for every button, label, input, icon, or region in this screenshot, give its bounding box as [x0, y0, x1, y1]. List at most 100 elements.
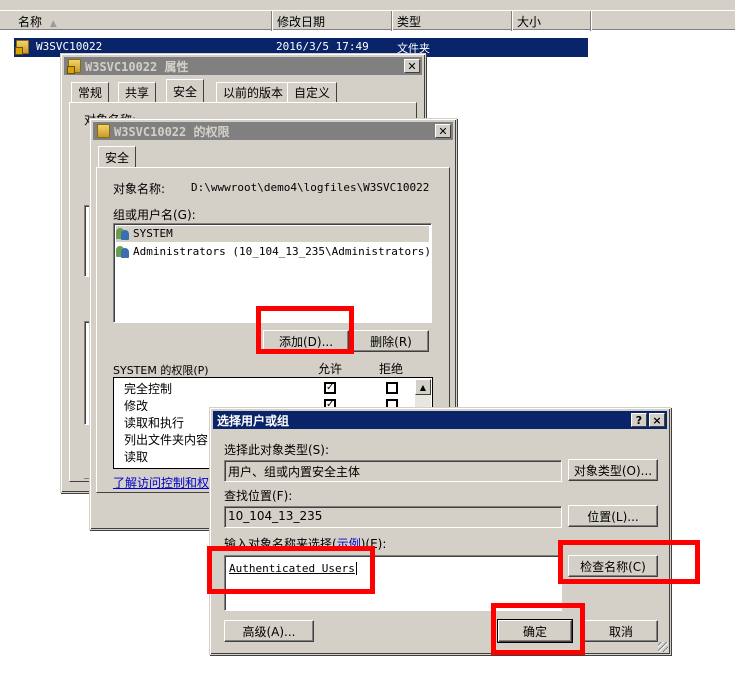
learn-access-control-link[interactable]: 了解访问控制和权限	[113, 474, 221, 491]
tab-customize[interactable]: 自定义	[287, 82, 338, 102]
locked-folder-icon	[15, 40, 29, 55]
column-header-name[interactable]: 名称 ▲	[18, 13, 57, 30]
remove-button[interactable]: 删除(R)	[353, 330, 429, 352]
explorer-toolbar-strip	[0, 0, 735, 10]
help-button[interactable]: ?	[631, 413, 647, 427]
names-label-text: )(E):	[360, 537, 387, 551]
object-names-input[interactable]: Authenticated Users	[224, 555, 562, 611]
help-icon: ?	[635, 413, 643, 427]
arrow-up-icon: ▲	[419, 382, 427, 392]
user-group-icon	[116, 227, 130, 240]
column-header-modified[interactable]: 修改日期	[277, 13, 325, 30]
column-divider[interactable]	[391, 11, 393, 31]
tab-label: 安全	[105, 151, 130, 165]
advanced-label: 高级(A)...	[242, 624, 296, 639]
tab-sharing[interactable]: 共享	[118, 82, 157, 102]
locations-button[interactable]: 位置(L)...	[568, 505, 658, 527]
properties-titlebar[interactable]: W3SVC10022 属性 ✕	[64, 57, 422, 75]
tab-label: 常规	[78, 86, 103, 100]
object-name-value: D:\wwwroot\demo4\logfiles\W3SVC10022	[191, 181, 430, 194]
permission-name: 列出文件夹内容	[124, 433, 209, 447]
permission-row: 列出文件夹内容	[124, 431, 208, 448]
object-name-label: 对象名称:	[113, 182, 166, 196]
tab-label: 共享	[125, 86, 150, 100]
cancel-button[interactable]: 取消	[584, 620, 658, 642]
permissions-titlebar[interactable]: W3SVC10022 的权限 ✕	[93, 122, 453, 140]
user-name: SYSTEM	[133, 227, 173, 240]
column-divider[interactable]	[271, 11, 273, 31]
permission-name: 完全控制	[124, 382, 173, 396]
advanced-button[interactable]: 高级(A)...	[224, 620, 314, 642]
resize-grip[interactable]	[658, 642, 668, 652]
select-users-dialog: 选择用户或组 ? × 选择此对象类型(S): 用户、组或内置安全主体 对象类型(…	[209, 407, 671, 655]
scroll-up-button[interactable]: ▲	[415, 379, 431, 395]
column-divider[interactable]	[511, 11, 513, 31]
object-types-label: 对象类型(O)...	[573, 463, 653, 478]
close-button[interactable]: ✕	[435, 124, 451, 138]
close-icon: ✕	[438, 124, 448, 138]
allow-header: 允许	[318, 362, 343, 376]
column-modified-label: 修改日期	[277, 15, 326, 29]
object-names-value: Authenticated Users	[229, 562, 357, 575]
close-button[interactable]: ×	[649, 413, 665, 427]
ok-button[interactable]: 确定	[497, 619, 573, 643]
folder-icon	[97, 124, 110, 138]
column-header-bar: 名称 ▲ 修改日期 类型 大小	[0, 10, 735, 31]
object-types-button[interactable]: 对象类型(O)...	[568, 459, 658, 481]
column-divider[interactable]	[590, 11, 592, 31]
cancel-label: 取消	[608, 624, 633, 639]
tab-label: 以前的版本	[223, 86, 284, 100]
close-button[interactable]: ✕	[404, 59, 420, 73]
select-users-title: 选择用户或组	[217, 413, 290, 428]
tab-security[interactable]: 安全	[166, 79, 205, 102]
tab-previous-versions[interactable]: 以前的版本	[216, 82, 291, 102]
location-value: 10_104_13_235	[228, 509, 323, 523]
object-type-label: 选择此对象类型(S):	[224, 443, 330, 457]
users-list[interactable]: SYSTEM Administrators (10_104_13_235\Adm…	[113, 223, 432, 323]
tab-security[interactable]: 安全	[98, 146, 137, 168]
user-list-item[interactable]: Administrators (10_104_13_235\Administra…	[116, 244, 431, 258]
locked-folder-icon	[67, 59, 81, 74]
user-name: Administrators (10_104_13_235\Administra…	[133, 245, 432, 258]
permissions-title: W3SVC10022 的权限	[114, 124, 230, 139]
remove-button-label: 删除(R)	[370, 334, 412, 349]
permission-row: 读取和执行	[124, 414, 184, 431]
names-label-text: 输入对象名称来选择(	[224, 537, 337, 551]
object-type-field: 用户、组或内置安全主体	[224, 460, 562, 482]
file-modified: 2016/3/5 17:49	[276, 40, 369, 53]
column-header-type[interactable]: 类型	[397, 13, 421, 30]
locations-label: 位置(L)...	[587, 509, 639, 524]
permission-row: 读取	[124, 448, 148, 465]
group-users-label: 组或用户名(G):	[113, 208, 196, 222]
tab-label: 安全	[173, 84, 198, 99]
examples-link[interactable]: 示例	[337, 537, 361, 551]
ok-label: 确定	[522, 624, 547, 639]
user-list-item-selected[interactable]: SYSTEM	[116, 226, 429, 242]
column-name-label: 名称	[18, 15, 43, 29]
column-header-size[interactable]: 大小	[517, 13, 541, 30]
permission-name: 读取和执行	[124, 416, 185, 430]
select-users-titlebar[interactable]: 选择用户或组 ? ×	[213, 411, 667, 429]
check-names-button[interactable]: 检查名称(C)	[568, 555, 658, 577]
location-field: 10_104_13_235	[224, 506, 562, 528]
object-names-label: 输入对象名称来选择(示例)(E):	[224, 535, 386, 552]
properties-title: W3SVC10022 属性	[85, 59, 189, 74]
tab-general[interactable]: 常规	[71, 82, 110, 102]
column-type-label: 类型	[397, 15, 422, 29]
permission-name: 读取	[124, 450, 149, 464]
permission-row: 修改	[124, 397, 148, 414]
tab-label: 自定义	[294, 86, 331, 100]
close-icon: ×	[652, 413, 662, 427]
permission-row: 完全控制	[124, 380, 172, 397]
add-button-label: 添加(D)...	[278, 334, 334, 349]
allow-checkbox-checked[interactable]: ✓	[324, 382, 336, 394]
sort-ascending-icon: ▲	[49, 19, 57, 29]
location-label: 查找位置(F):	[224, 489, 293, 503]
deny-checkbox[interactable]	[386, 382, 398, 394]
permission-name: 修改	[124, 399, 149, 413]
deny-header: 拒绝	[379, 362, 404, 376]
add-button[interactable]: 添加(D)...	[263, 330, 349, 352]
file-name: W3SVC10022	[36, 40, 103, 53]
user-group-icon	[116, 245, 130, 258]
close-icon: ✕	[407, 59, 417, 73]
